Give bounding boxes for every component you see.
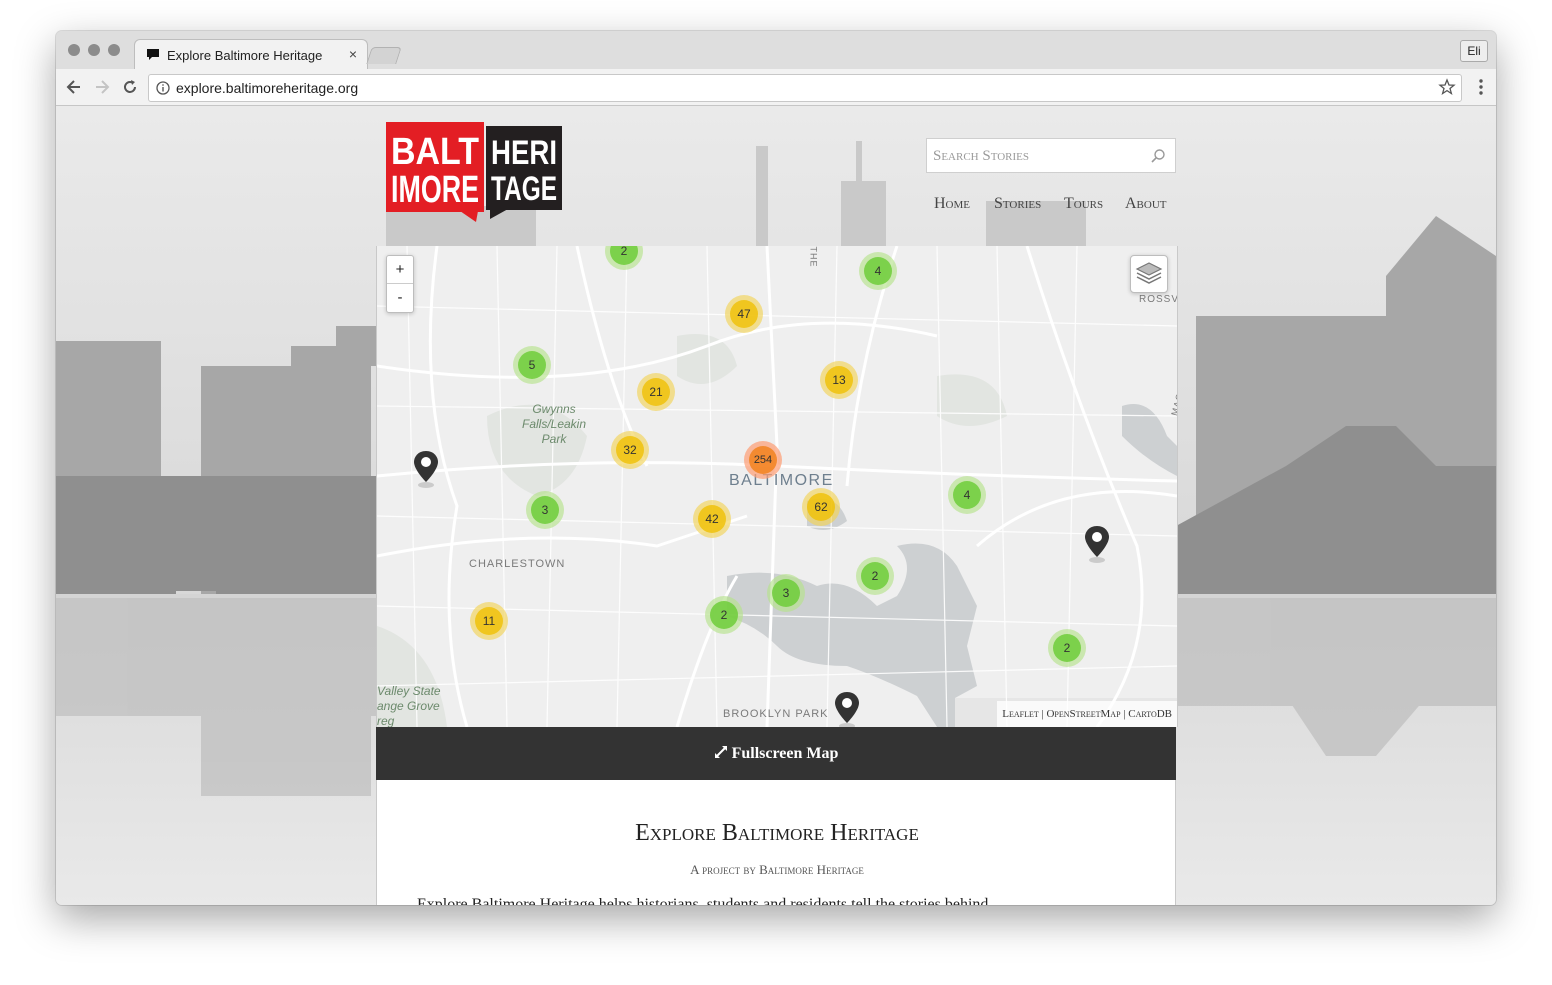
intro-section: Explore Baltimore Heritage A project by … (376, 780, 1176, 905)
close-window-button[interactable] (68, 44, 80, 56)
heritage-map[interactable]: BALTIMORE CHARLESTOWN BROOKLYN PARK ROSS… (376, 246, 1178, 727)
cluster-count: 2 (1053, 634, 1081, 662)
logo-balt-text: BALT (391, 131, 479, 173)
browser-window: Explore Baltimore Heritage × Eli explore… (56, 31, 1496, 905)
gwynns-line-1: Gwynns (532, 402, 576, 416)
baltimore-heritage-logo[interactable]: BALT IMORE HERI TAGE (386, 122, 562, 222)
cluster-count: 3 (772, 579, 800, 607)
map-pin-icon[interactable] (1084, 525, 1110, 563)
info-icon[interactable] (156, 81, 170, 95)
valley-line-3: reg (377, 714, 395, 727)
cluster-count: 13 (825, 366, 853, 394)
page-viewport: BALT IMORE HERI TAGE Search Stories Home… (56, 106, 1496, 905)
cluster-count: 47 (730, 300, 758, 328)
marker-cluster[interactable]: 3 (767, 574, 805, 612)
forward-arrow-icon[interactable] (92, 77, 112, 97)
brooklyn-park-label: BROOKLYN PARK (723, 708, 829, 720)
cluster-count: 3 (531, 496, 559, 524)
layers-control[interactable] (1130, 255, 1168, 293)
marker-cluster[interactable]: 42 (693, 500, 731, 538)
main-navigation: Home Stories Tours About (926, 195, 1182, 219)
gwynns-falls-park-label: Gwynns Falls/Leakin Park (509, 402, 599, 447)
marker-cluster[interactable]: 3 (526, 491, 564, 529)
bookmark-star-icon[interactable] (1438, 78, 1456, 96)
marker-cluster[interactable]: 5 (513, 346, 551, 384)
marker-cluster[interactable]: 21 (637, 373, 675, 411)
marker-cluster[interactable]: 254 (744, 441, 782, 479)
map-pin-icon[interactable] (413, 450, 439, 488)
search-icon[interactable] (1150, 148, 1166, 164)
zoom-window-button[interactable] (108, 44, 120, 56)
reload-icon[interactable] (120, 77, 140, 97)
zoom-in-button[interactable]: + (387, 256, 413, 284)
url-text: explore.baltimoreheritage.org (176, 80, 359, 96)
speech-bubble-icon (147, 49, 159, 60)
logo-heri-text: HERI (491, 134, 557, 172)
expand-icon (714, 746, 727, 758)
address-bar[interactable]: explore.baltimoreheritage.org (148, 74, 1462, 102)
cluster-count: 21 (642, 378, 670, 406)
map-pin-icon[interactable] (834, 691, 860, 727)
new-tab-button[interactable] (366, 47, 402, 64)
cluster-count: 5 (518, 351, 546, 379)
cluster-count: 62 (807, 493, 835, 521)
gwynns-line-2: Falls/Leakin (521, 417, 587, 431)
marker-cluster[interactable]: 47 (725, 295, 763, 333)
cluster-count: 2 (710, 601, 738, 629)
zoom-out-button[interactable]: - (387, 284, 413, 311)
logo-tage-text: TAGE (491, 170, 557, 208)
gwynns-line-3: Park (541, 432, 567, 446)
cluster-count: 42 (698, 505, 726, 533)
the-road-label: THE (808, 246, 819, 268)
browser-toolbar: explore.baltimoreheritage.org (56, 69, 1496, 106)
search-placeholder: Search Stories (933, 148, 1030, 164)
nav-stories[interactable]: Stories (994, 195, 1041, 213)
valley-line-1: Valley State (377, 684, 441, 698)
marker-cluster[interactable]: 2 (856, 557, 894, 595)
fullscreen-label: Fullscreen Map (731, 745, 839, 762)
valley-state-label: Valley State ange Grove reg (377, 684, 441, 727)
cluster-count: 4 (953, 481, 981, 509)
cluster-count: 11 (475, 607, 503, 635)
marker-cluster[interactable]: 13 (820, 361, 858, 399)
valley-line-2: ange Grove (377, 699, 440, 713)
cluster-count: 4 (864, 257, 892, 285)
back-arrow-icon[interactable] (64, 77, 84, 97)
title-bar: Explore Baltimore Heritage × Eli (56, 31, 1496, 70)
marker-cluster[interactable]: 4 (948, 476, 986, 514)
cluster-count: 32 (616, 436, 644, 464)
minimize-window-button[interactable] (88, 44, 100, 56)
layers-icon (1135, 262, 1163, 284)
cluster-count: 254 (749, 446, 777, 474)
fullscreen-label-wrap: Fullscreen Map (376, 727, 1176, 780)
tab-close-button[interactable]: × (345, 46, 361, 62)
marker-cluster[interactable]: 11 (470, 602, 508, 640)
logo-imore-text: IMORE (391, 169, 479, 211)
map-attribution[interactable]: Leaflet | OpenStreetMap | CartoDB (997, 701, 1177, 727)
browser-menu-icon[interactable] (1478, 78, 1484, 96)
nav-home[interactable]: Home (934, 195, 970, 213)
fullscreen-map-button[interactable]: Fullscreen Map (376, 727, 1176, 780)
search-stories-input[interactable]: Search Stories (926, 138, 1176, 173)
zoom-control: + - (386, 255, 414, 313)
browser-tab[interactable]: Explore Baltimore Heritage × (134, 39, 368, 70)
profile-button[interactable]: Eli (1460, 40, 1488, 62)
charlestown-label: CHARLESTOWN (469, 558, 566, 570)
marker-cluster[interactable]: 62 (802, 488, 840, 526)
tab-title: Explore Baltimore Heritage (167, 48, 323, 63)
marker-cluster[interactable]: 32 (611, 431, 649, 469)
nav-tours[interactable]: Tours (1064, 195, 1103, 213)
rossville-label: ROSSVI (1139, 294, 1177, 305)
marker-cluster[interactable]: 4 (859, 252, 897, 290)
intro-paragraph: Explore Baltimore Heritage helps histori… (417, 896, 989, 905)
nav-about[interactable]: About (1125, 195, 1167, 213)
cluster-count: 2 (861, 562, 889, 590)
page-title: Explore Baltimore Heritage (635, 820, 919, 846)
cluster-count: 2 (610, 246, 638, 265)
page-subtitle: A project by Baltimore Heritage (690, 862, 864, 877)
marker-cluster[interactable]: 2 (705, 596, 743, 634)
marker-cluster[interactable]: 2 (1048, 629, 1086, 667)
